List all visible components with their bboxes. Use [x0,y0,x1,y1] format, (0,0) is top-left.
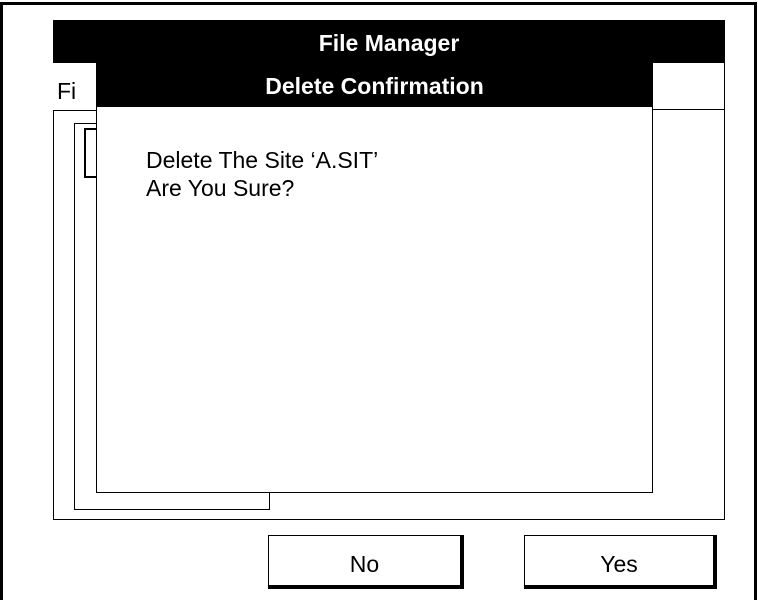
frame-right-border [754,2,757,600]
dialog-message: Delete The Site ‘A.SIT’ Are You Sure? [146,146,378,202]
screen: File Manager Fi Delete Confirmation Dele… [0,0,758,600]
menu-item-file[interactable]: Fi [57,78,97,105]
dialog-title: Delete Confirmation [96,63,653,107]
delete-confirmation-dialog [96,63,653,493]
menu-bar-right [651,63,725,110]
frame-left-border [0,2,3,600]
window-title: File Manager [53,20,725,63]
dialog-message-line2: Are You Sure? [146,175,295,201]
dialog-message-line1: Delete The Site ‘A.SIT’ [146,147,379,173]
frame-top-border [2,2,754,5]
yes-button[interactable]: Yes [524,535,717,589]
no-button[interactable]: No [268,535,464,589]
